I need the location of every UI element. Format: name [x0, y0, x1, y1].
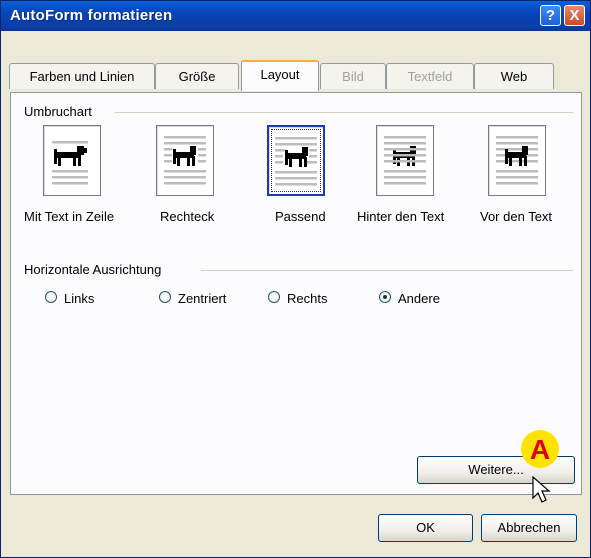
ok-button[interactable]: OK	[378, 514, 473, 542]
alignment-group-divider	[201, 270, 573, 271]
wrap-option-button[interactable]	[267, 125, 325, 196]
radio-right[interactable]	[268, 291, 280, 303]
inline-wrap-icon	[52, 141, 88, 185]
alignment-group-title: Horizontale Ausrichtung	[24, 262, 168, 277]
wrap-option-label: Passend	[275, 209, 326, 224]
wrap-option-button[interactable]	[376, 125, 434, 196]
tab-textbox: Textfeld	[386, 63, 474, 89]
square-wrap-icon	[164, 136, 206, 185]
wrap-option-label: Vor den Text	[480, 209, 553, 224]
tab-picture: Bild	[320, 63, 386, 89]
radio-other-label[interactable]: Andere	[398, 291, 440, 306]
wrap-option-label: Hinter den Text	[357, 209, 445, 224]
tab-layout[interactable]: Layout	[241, 60, 319, 91]
tight-wrap-icon	[275, 137, 317, 186]
window-title: AutoForm formatieren	[10, 7, 173, 24]
annotation-marker: A	[521, 430, 559, 468]
tab-size[interactable]: Größe	[155, 63, 239, 89]
radio-other[interactable]	[379, 291, 391, 303]
cancel-button[interactable]: Abbrechen	[481, 514, 577, 542]
dialog-window: AutoForm formatieren ? X Farben und Lini…	[0, 0, 591, 558]
radio-center[interactable]	[159, 291, 171, 303]
tab-colors-and-lines[interactable]: Farben und Linien	[9, 63, 155, 89]
wrap-option-button[interactable]	[488, 125, 546, 196]
wrap-option-button[interactable]	[156, 125, 214, 196]
radio-left[interactable]	[45, 291, 57, 303]
title-bar[interactable]: AutoForm formatieren ? X	[1, 1, 590, 31]
close-button[interactable]: X	[564, 5, 585, 26]
annotation-marker-letter: A	[530, 434, 550, 465]
radio-left-label[interactable]: Links	[64, 291, 94, 306]
wrap-option-button[interactable]	[43, 125, 101, 196]
in-front-of-text-wrap-icon	[496, 136, 538, 185]
mouse-cursor-icon	[532, 476, 551, 503]
wrap-option-label: Mit Text in Zeile	[24, 209, 115, 224]
wrap-option-label: Rechteck	[160, 209, 215, 224]
radio-right-label[interactable]: Rechts	[287, 291, 327, 306]
wrap-group-divider	[115, 112, 573, 113]
radio-center-label[interactable]: Zentriert	[178, 291, 226, 306]
wrap-group-title: Umbruchart	[24, 104, 98, 119]
tab-web[interactable]: Web	[474, 63, 554, 89]
behind-text-wrap-icon	[384, 136, 426, 185]
help-button[interactable]: ?	[540, 5, 561, 26]
